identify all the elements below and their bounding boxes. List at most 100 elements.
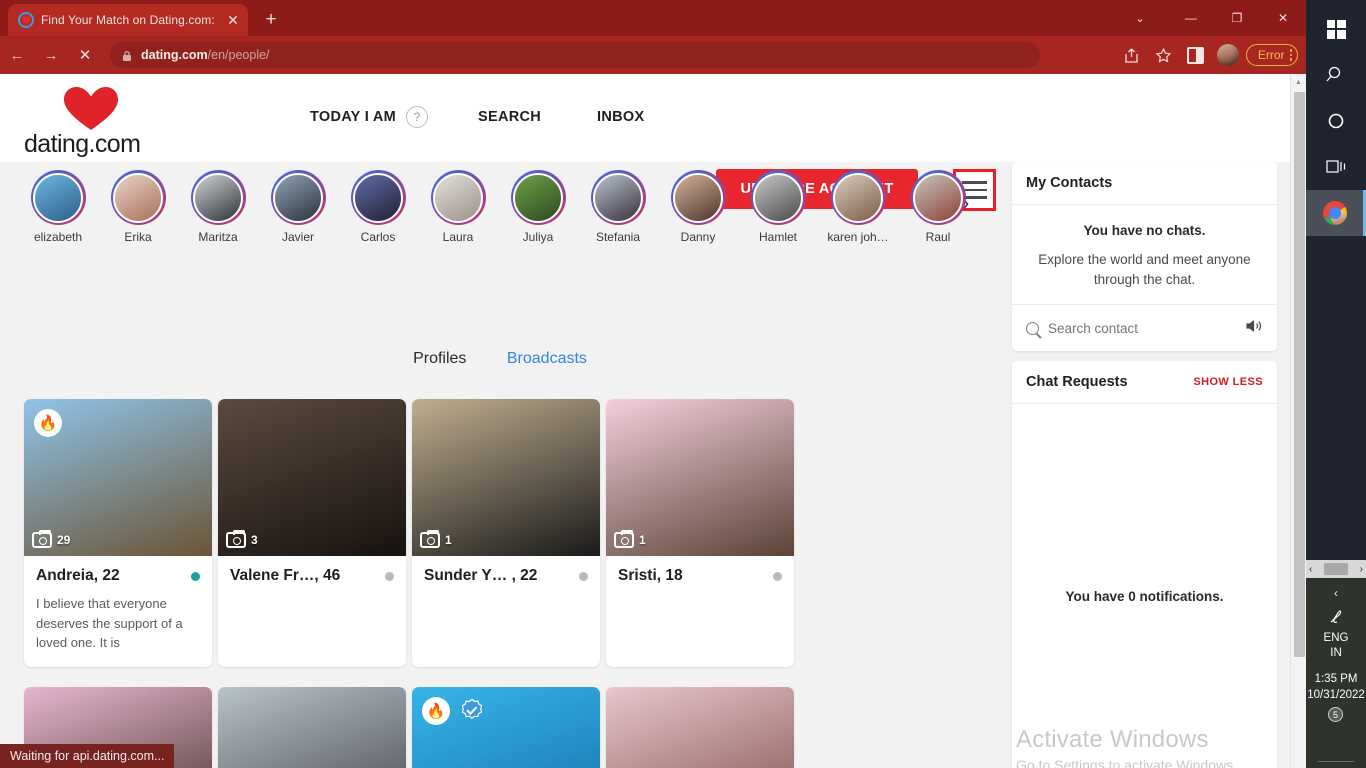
profile-name: Andreia, 22 [36, 567, 120, 584]
story-item[interactable]: Danny [658, 170, 738, 244]
story-item[interactable]: Stefania [578, 170, 658, 244]
profile-name: Sristi, 18 [618, 567, 683, 584]
taskbar-scroll-left[interactable]: ‹ [1309, 564, 1312, 575]
profile-card[interactable]: 1 Sunder Y… , 22 [412, 399, 600, 667]
profile-card-body: Sunder Y… , 22 [412, 556, 600, 663]
show-less-button[interactable]: SHOW LESS [1193, 376, 1263, 388]
task-view-icon[interactable] [1306, 144, 1366, 190]
chat-requests-title: Chat Requests [1026, 374, 1128, 390]
profile-photo[interactable]: 1 [606, 399, 794, 556]
tab-search-chevron-icon[interactable]: ⌄ [1112, 0, 1168, 36]
photo-count: 29 [57, 533, 71, 547]
nav-item-today-i-am[interactable]: TODAY I AM [310, 109, 396, 125]
content-tabs: Profiles Broadcasts [0, 350, 1000, 368]
profile-photo[interactable]: 🔥 29 [24, 399, 212, 556]
profile-card[interactable]: 1 Sristi, 18 [606, 399, 794, 667]
split-screen-icon[interactable] [1182, 40, 1210, 70]
camera-icon [420, 530, 440, 548]
profile-grid: 🔥 29 Andreia, 22 I believe that everyone de… [24, 399, 984, 768]
browser-tab[interactable]: Find Your Match on Dating.com: ✕ [8, 4, 248, 36]
bookmark-star-icon[interactable] [1150, 40, 1178, 70]
profile-card[interactable]: 🔥1 [412, 686, 600, 768]
profile-photo[interactable]: 1 [606, 686, 794, 768]
taskbar-scroll-thumb[interactable] [1324, 563, 1348, 575]
story-ring [590, 170, 646, 225]
profile-name-row: Andreia, 22 [36, 567, 200, 585]
taskbar-scroll[interactable]: ‹ › [1306, 560, 1366, 578]
speaker-icon[interactable] [1246, 319, 1263, 338]
story-item[interactable]: Javier [258, 170, 338, 244]
story-item[interactable]: Laura [418, 170, 498, 244]
profile-card[interactable]: 1 [218, 686, 406, 768]
camera-icon [226, 530, 246, 548]
tab-broadcasts[interactable]: Broadcasts [507, 350, 587, 367]
my-contacts-title: My Contacts [1012, 162, 1277, 205]
story-item[interactable]: elizabeth [18, 170, 98, 244]
profile-name-row: Valene Fr…, 46 [230, 567, 394, 585]
story-name: Raul [925, 230, 951, 244]
nav-item-inbox[interactable]: INBOX [597, 109, 644, 125]
pen-icon[interactable] [1306, 600, 1366, 629]
profile-photo[interactable]: 3 [218, 399, 406, 556]
error-indicator[interactable]: Error [1245, 44, 1298, 66]
profile-card[interactable]: 3 Valene Fr…, 46 [218, 399, 406, 667]
tab-profiles[interactable]: Profiles [413, 350, 466, 367]
search-contact-input[interactable] [1048, 321, 1237, 336]
story-item[interactable]: Juliya [498, 170, 578, 244]
new-tab-button[interactable]: + [258, 8, 284, 32]
story-item[interactable]: Erika [98, 170, 178, 244]
clock[interactable]: 1:35 PM 10/31/2022 [1306, 671, 1366, 703]
nav-item-search[interactable]: SEARCH [478, 109, 541, 125]
story-item[interactable]: karen joh… [818, 170, 898, 244]
forward-button[interactable]: → [34, 40, 68, 70]
right-panel: My Contacts You have no chats. Explore t… [1012, 162, 1277, 768]
story-ring [430, 170, 486, 225]
tab-close-icon[interactable]: ✕ [224, 11, 242, 29]
browser-menu-icon[interactable] [1289, 49, 1292, 61]
story-item[interactable]: Carlos [338, 170, 418, 244]
taskbar-scroll-right[interactable]: › [1360, 564, 1363, 575]
close-window-button[interactable]: ✕ [1260, 0, 1306, 36]
scrollbar-thumb[interactable] [1294, 92, 1305, 657]
story-item[interactable]: Maritza [178, 170, 258, 244]
profile-avatar-icon[interactable] [1214, 40, 1242, 70]
story-name: Maritza [198, 230, 238, 244]
profile-card[interactable]: 1 [606, 686, 794, 768]
maximize-button[interactable]: ❐ [1214, 0, 1260, 36]
story-ring [30, 170, 86, 225]
toolbar-icons: Error [1118, 40, 1298, 70]
explore-text: Explore the world and meet anyone throug… [1038, 252, 1251, 287]
hot-fire-icon: 🔥 [34, 409, 62, 437]
minimize-button[interactable]: — [1168, 0, 1214, 36]
address-bar[interactable]: dating.com/en/people/ [110, 42, 1040, 68]
logo-text: dating.com [24, 130, 141, 158]
profile-photo[interactable]: 🔥1 [412, 686, 600, 768]
online-status-dot [191, 571, 200, 581]
story-ring [350, 170, 406, 225]
story-item[interactable]: Hamlet [738, 170, 818, 244]
cortana-circle-icon[interactable] [1306, 98, 1366, 144]
profile-photo[interactable]: 1 [412, 399, 600, 556]
my-contacts-card: My Contacts You have no chats. Explore t… [1012, 162, 1277, 351]
chrome-icon[interactable] [1306, 190, 1366, 236]
windows-start-icon[interactable] [1306, 6, 1366, 52]
story-avatar [353, 172, 403, 223]
story-item[interactable]: Raul [898, 170, 978, 244]
story-avatar [113, 172, 163, 223]
language-indicator[interactable]: ENG IN [1306, 631, 1366, 661]
search-contact-row[interactable] [1012, 304, 1277, 351]
search-icon[interactable] [1306, 52, 1366, 98]
scroll-up-arrow-icon[interactable]: ▲ [1291, 74, 1306, 90]
url-text: dating.com/en/people/ [141, 48, 270, 62]
back-button[interactable]: ← [0, 40, 34, 70]
page-scrollbar[interactable]: ▲ [1290, 74, 1306, 768]
tray-chevron-icon[interactable]: ‹ [1306, 578, 1366, 600]
dating-heart-icon [18, 12, 34, 28]
profile-card[interactable]: 🔥 29 Andreia, 22 I believe that everyone de… [24, 399, 212, 667]
help-icon[interactable]: ? [406, 106, 428, 128]
story-name: Hamlet [758, 230, 797, 244]
profile-photo[interactable]: 1 [218, 686, 406, 768]
clock-time: 1:35 PM [1314, 673, 1358, 685]
stop-loading-button[interactable]: ✕ [68, 40, 102, 70]
share-icon[interactable] [1118, 40, 1146, 70]
